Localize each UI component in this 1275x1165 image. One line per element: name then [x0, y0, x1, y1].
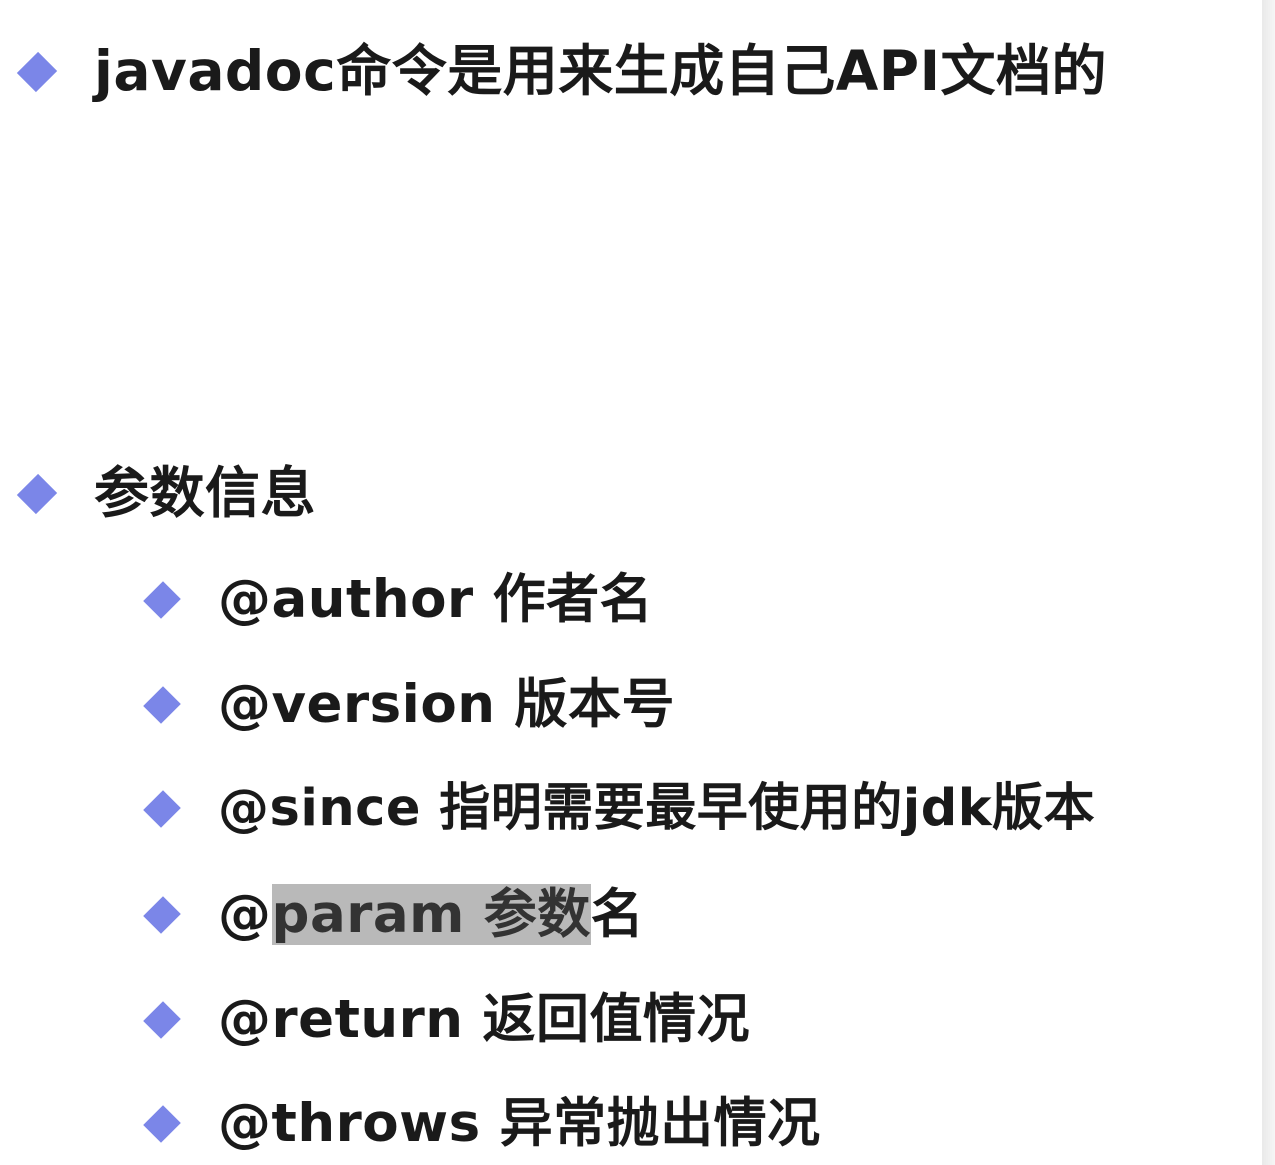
bullet-javadoc: javadoc命令是用来生成自己API文档的 — [16, 39, 1108, 103]
bullet-text: 参数信息 — [94, 461, 317, 525]
window-edge — [1262, 0, 1275, 1165]
bullet-param: @param 参数名 — [143, 884, 644, 945]
bullet-since: @since 指明需要最早使用的jdk版本 — [143, 783, 1095, 834]
tag-name: @return — [218, 989, 464, 1050]
diamond-bullet-icon — [143, 1104, 181, 1143]
bullet-text: @since 指明需要最早使用的jdk版本 — [218, 783, 1095, 834]
diamond-bullet-icon — [143, 789, 181, 828]
diamond-bullet-icon — [143, 685, 181, 724]
diamond-bullet-icon — [16, 473, 58, 514]
bullet-return: @return 返回值情况 — [143, 993, 750, 1046]
tag-description: 异常抛出情况 — [499, 1093, 821, 1154]
tag-description: 版本号 — [514, 674, 675, 735]
bullet-text: @author 作者名 — [218, 573, 653, 626]
tag-description-rest: 名 — [590, 884, 645, 945]
tag-name: @since — [218, 779, 421, 838]
tag-description: 返回值情况 — [482, 989, 750, 1050]
bullet-throws: @throws 异常抛出情况 — [143, 1097, 821, 1150]
bullet-text: @throws 异常抛出情况 — [218, 1097, 821, 1150]
bullet-version: @version 版本号 — [143, 678, 675, 731]
diamond-bullet-icon — [143, 895, 181, 934]
diamond-bullet-icon — [16, 51, 58, 92]
tag-name: @author — [218, 569, 474, 630]
tag-description: 指明需要最早使用的jdk版本 — [439, 779, 1096, 838]
bullet-author: @author 作者名 — [143, 573, 653, 626]
diamond-bullet-icon — [143, 1000, 181, 1039]
tag-prefix: @ — [218, 884, 272, 945]
bullet-text: @param 参数名 — [218, 884, 644, 945]
bullet-text: @return 返回值情况 — [218, 993, 750, 1046]
tag-description: 作者名 — [492, 569, 654, 630]
tag-name: @throws — [218, 1093, 481, 1154]
tag-name: @version — [218, 674, 496, 735]
bullet-params: 参数信息 — [16, 461, 317, 525]
diamond-bullet-icon — [143, 580, 181, 619]
slide: javadoc命令是用来生成自己API文档的 参数信息 @author 作者名 … — [0, 0, 1262, 1165]
bullet-text: @version 版本号 — [218, 678, 675, 731]
bullet-text: javadoc命令是用来生成自己API文档的 — [94, 39, 1108, 103]
text-selection-highlight: param 参数 — [271, 884, 591, 945]
